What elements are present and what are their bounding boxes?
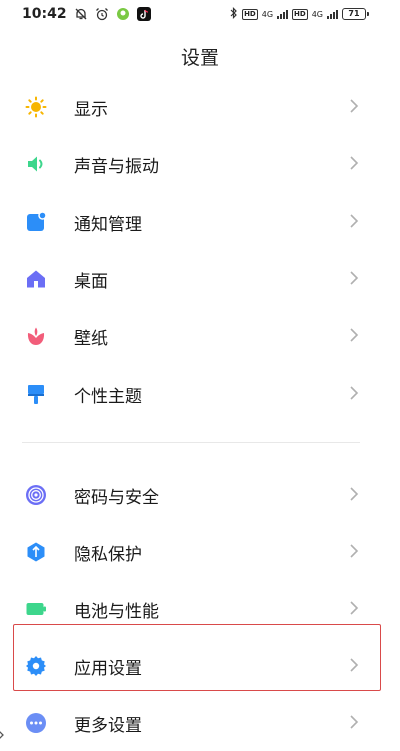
speaker-icon <box>25 153 47 175</box>
flower-icon <box>25 325 47 347</box>
alarm-icon <box>95 7 109 21</box>
settings-item-password-security[interactable]: 密码与安全 <box>0 466 400 523</box>
notification-icon <box>25 211 47 233</box>
status-time: 10:42 <box>22 6 67 22</box>
tiktok-icon <box>136 7 151 21</box>
settings-item-themes[interactable]: 个性主题 <box>0 365 400 422</box>
chevron-right-icon <box>348 599 360 617</box>
battery-icon <box>25 598 47 620</box>
chevron-right-icon <box>348 485 360 503</box>
settings-item-privacy[interactable]: 隐私保护 <box>0 523 400 580</box>
home-icon <box>25 268 47 290</box>
settings-item-notifications[interactable]: 通知管理 <box>0 193 400 250</box>
settings-item-wallpaper[interactable]: 壁纸 <box>0 307 400 364</box>
highlight-box <box>13 624 381 691</box>
hd-badge: HD <box>242 8 258 20</box>
chevron-right-icon <box>348 154 360 172</box>
chevron-right-icon <box>348 269 360 287</box>
settings-item-label: 电池与性能 <box>74 602 159 622</box>
settings-item-label: 密码与安全 <box>74 488 159 508</box>
settings-item-label: 桌面 <box>74 272 108 292</box>
settings-item-label: 显示 <box>74 100 108 120</box>
page-title: 设置 <box>180 47 219 69</box>
more-icon <box>25 712 47 734</box>
bluetooth-icon <box>230 7 238 21</box>
signal-icon <box>277 9 289 19</box>
signal-icon-2 <box>327 9 338 19</box>
hd-badge-2: HD <box>292 8 308 20</box>
chevron-right-icon <box>348 384 360 402</box>
settings-item-display[interactable]: 显示 <box>0 78 400 135</box>
chevron-right-icon <box>348 212 360 230</box>
section-divider <box>22 442 360 443</box>
app-notification-icon <box>116 7 130 21</box>
edge-chevron-icon <box>0 727 6 741</box>
brightness-icon <box>25 96 47 118</box>
status-bar: 10:42 HD 4G HD 4G 71 <box>0 0 400 30</box>
chevron-right-icon <box>348 97 360 115</box>
settings-item-sound[interactable]: 声音与振动 <box>0 135 400 192</box>
paint-brush-icon <box>25 383 47 405</box>
chevron-right-icon <box>348 713 360 731</box>
settings-item-label: 更多设置 <box>74 716 142 736</box>
network-type-2: 4G <box>311 9 323 19</box>
settings-item-label: 隐私保护 <box>74 545 142 565</box>
settings-item-label: 声音与振动 <box>74 157 159 177</box>
fingerprint-icon <box>25 484 47 506</box>
settings-item-desktop[interactable]: 桌面 <box>0 250 400 307</box>
chevron-right-icon <box>348 542 360 560</box>
settings-item-more-settings[interactable]: 更多设置 <box>0 694 400 751</box>
shield-icon <box>25 541 47 563</box>
battery-indicator: 71 <box>342 8 369 20</box>
settings-item-label: 壁纸 <box>74 329 108 349</box>
settings-item-label: 个性主题 <box>74 387 142 407</box>
settings-item-label: 通知管理 <box>74 215 142 235</box>
bell-off-icon <box>74 7 88 21</box>
chevron-right-icon <box>348 326 360 344</box>
network-type-1: 4G <box>261 9 274 19</box>
